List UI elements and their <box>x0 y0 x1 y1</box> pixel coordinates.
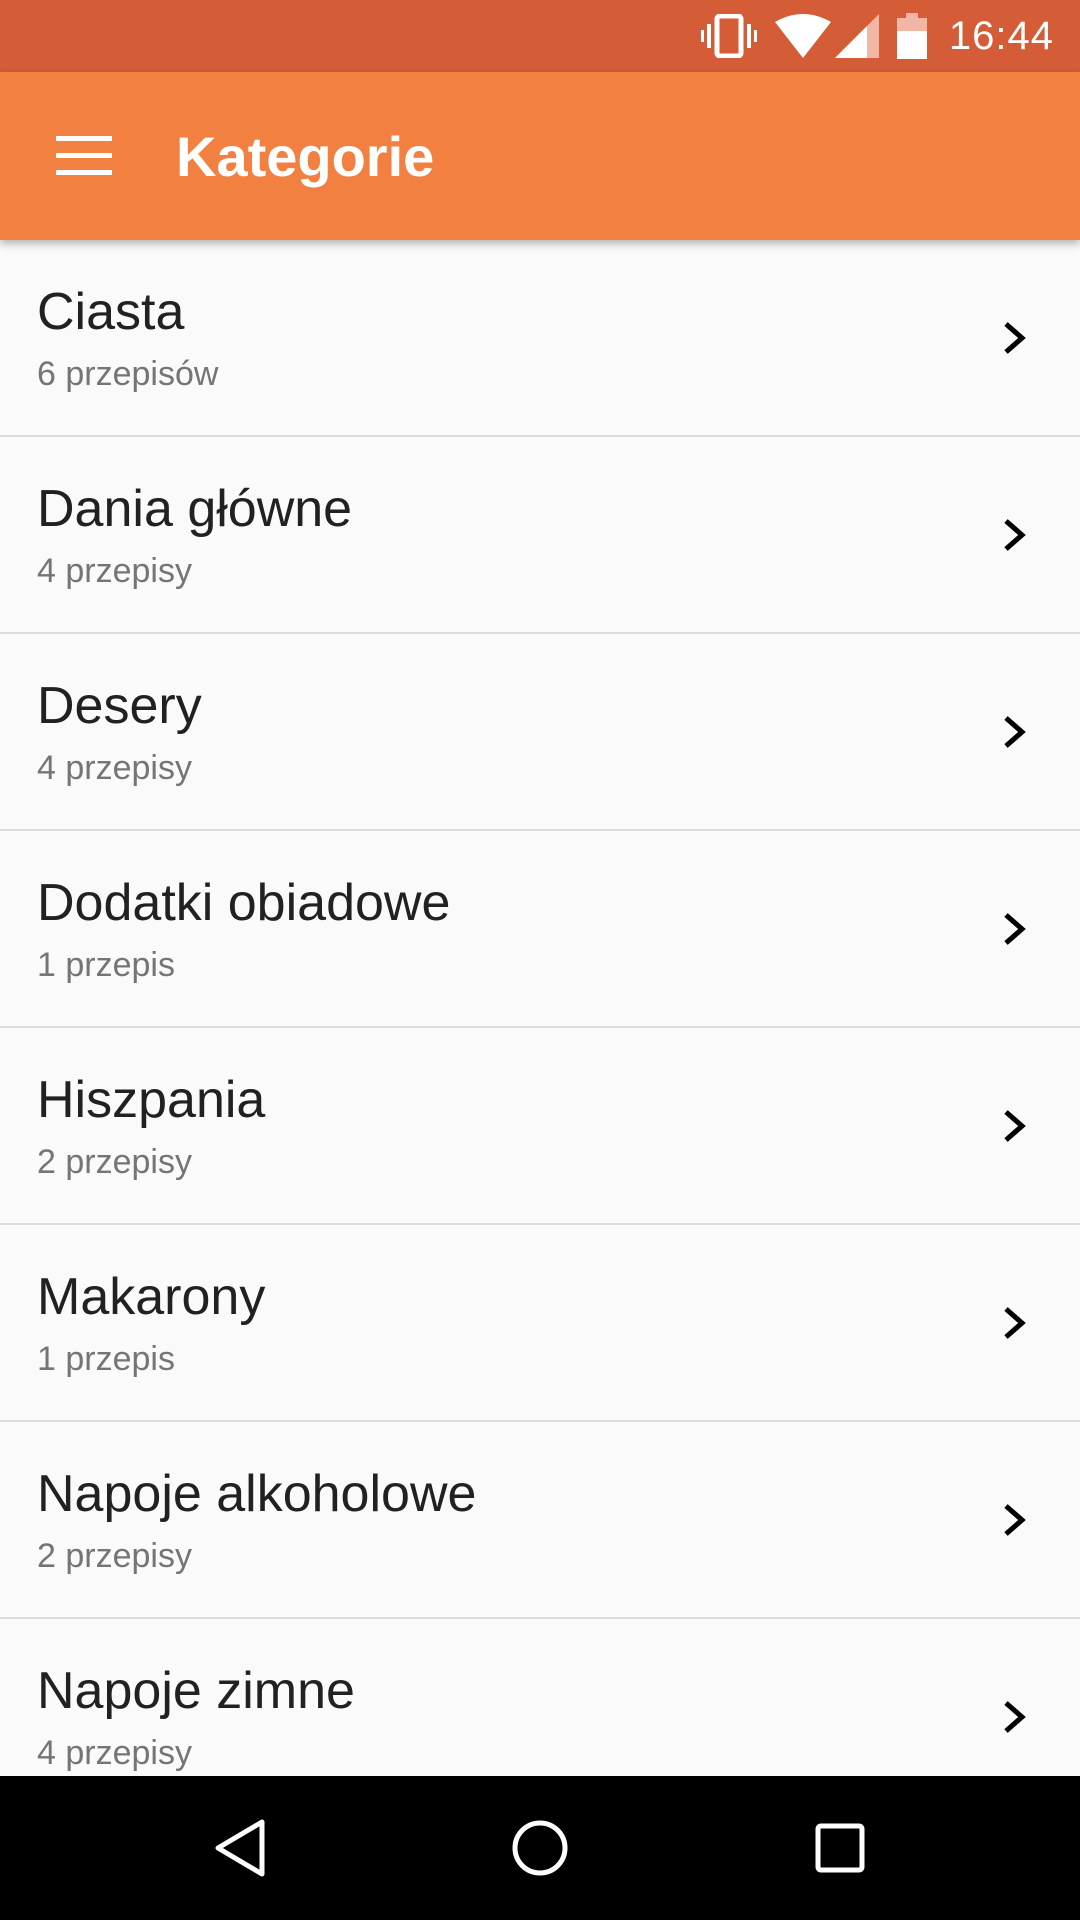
battery-icon <box>896 13 927 59</box>
status-time: 16:44 <box>948 13 1054 58</box>
category-name: Hiszpania <box>37 1071 266 1129</box>
chevron-right-icon <box>1004 1701 1026 1733</box>
recents-icon[interactable] <box>790 1798 890 1898</box>
navigation-bar <box>0 1776 1080 1920</box>
category-name: Dodatki obiadowe <box>37 874 451 932</box>
wifi-icon <box>774 14 831 58</box>
recipe-count: 2 przepisy <box>37 1537 192 1575</box>
chevron-right-icon <box>1004 913 1026 945</box>
category-list: Ciasta 6 przepisów Dania główne 4 przepi… <box>0 240 1080 1776</box>
recipe-count: 2 przepisy <box>37 1143 192 1181</box>
category-name: Napoje alkoholowe <box>37 1465 477 1523</box>
recipe-count: 1 przepis <box>37 1340 175 1378</box>
vibrate-icon <box>700 14 757 58</box>
recipe-count: 1 przepis <box>37 946 175 984</box>
recipe-count: 6 przepisów <box>37 355 219 393</box>
category-name: Napoje zimne <box>37 1662 355 1720</box>
list-item[interactable]: Dodatki obiadowe 1 przepis <box>0 831 1080 1028</box>
status-bar: 16:44 <box>0 0 1080 72</box>
chevron-right-icon <box>1004 1504 1026 1536</box>
list-item[interactable]: Makarony 1 przepis <box>0 1225 1080 1422</box>
list-item[interactable]: Ciasta 6 przepisów <box>0 240 1080 437</box>
list-item[interactable]: Desery 4 przepisy <box>0 634 1080 831</box>
category-name: Makarony <box>37 1268 266 1326</box>
list-item[interactable]: Napoje alkoholowe 2 przepisy <box>0 1422 1080 1619</box>
list-item[interactable]: Napoje zimne 4 przepisy <box>0 1619 1080 1776</box>
chevron-right-icon <box>1004 716 1026 748</box>
category-name: Desery <box>37 677 202 735</box>
hamburger-menu-icon[interactable] <box>36 108 132 204</box>
recipe-count: 4 przepisy <box>37 749 192 787</box>
chevron-right-icon <box>1004 322 1026 354</box>
recipe-count: 4 przepisy <box>37 552 192 590</box>
chevron-right-icon <box>1004 519 1026 551</box>
back-icon[interactable] <box>190 1798 290 1898</box>
recipe-count: 4 przepisy <box>37 1734 192 1772</box>
app-bar: Kategorie <box>0 72 1080 240</box>
chevron-right-icon <box>1004 1307 1026 1339</box>
home-icon[interactable] <box>490 1798 590 1898</box>
category-name: Ciasta <box>37 283 185 341</box>
cell-signal-icon <box>834 14 879 58</box>
page-title: Kategorie <box>176 124 435 188</box>
list-item[interactable]: Hiszpania 2 przepisy <box>0 1028 1080 1225</box>
chevron-right-icon <box>1004 1110 1026 1142</box>
category-name: Dania główne <box>37 480 353 538</box>
list-item[interactable]: Dania główne 4 przepisy <box>0 437 1080 634</box>
